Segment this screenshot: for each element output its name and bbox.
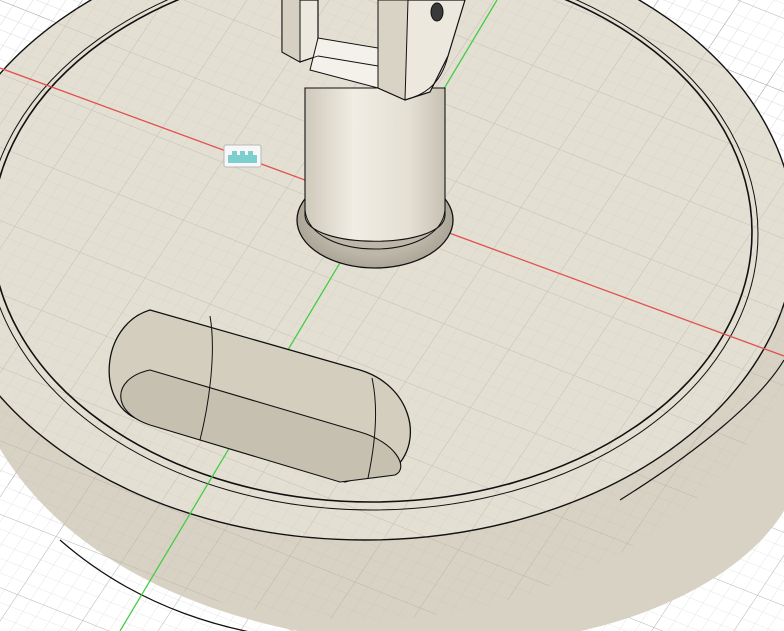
3d-viewport[interactable]	[0, 0, 784, 631]
center-shaft[interactable]	[296, 87, 454, 269]
comment-pin-icon[interactable]	[223, 144, 262, 168]
shaft-cylinder	[304, 87, 446, 242]
hinge-pin-hole	[430, 2, 444, 22]
